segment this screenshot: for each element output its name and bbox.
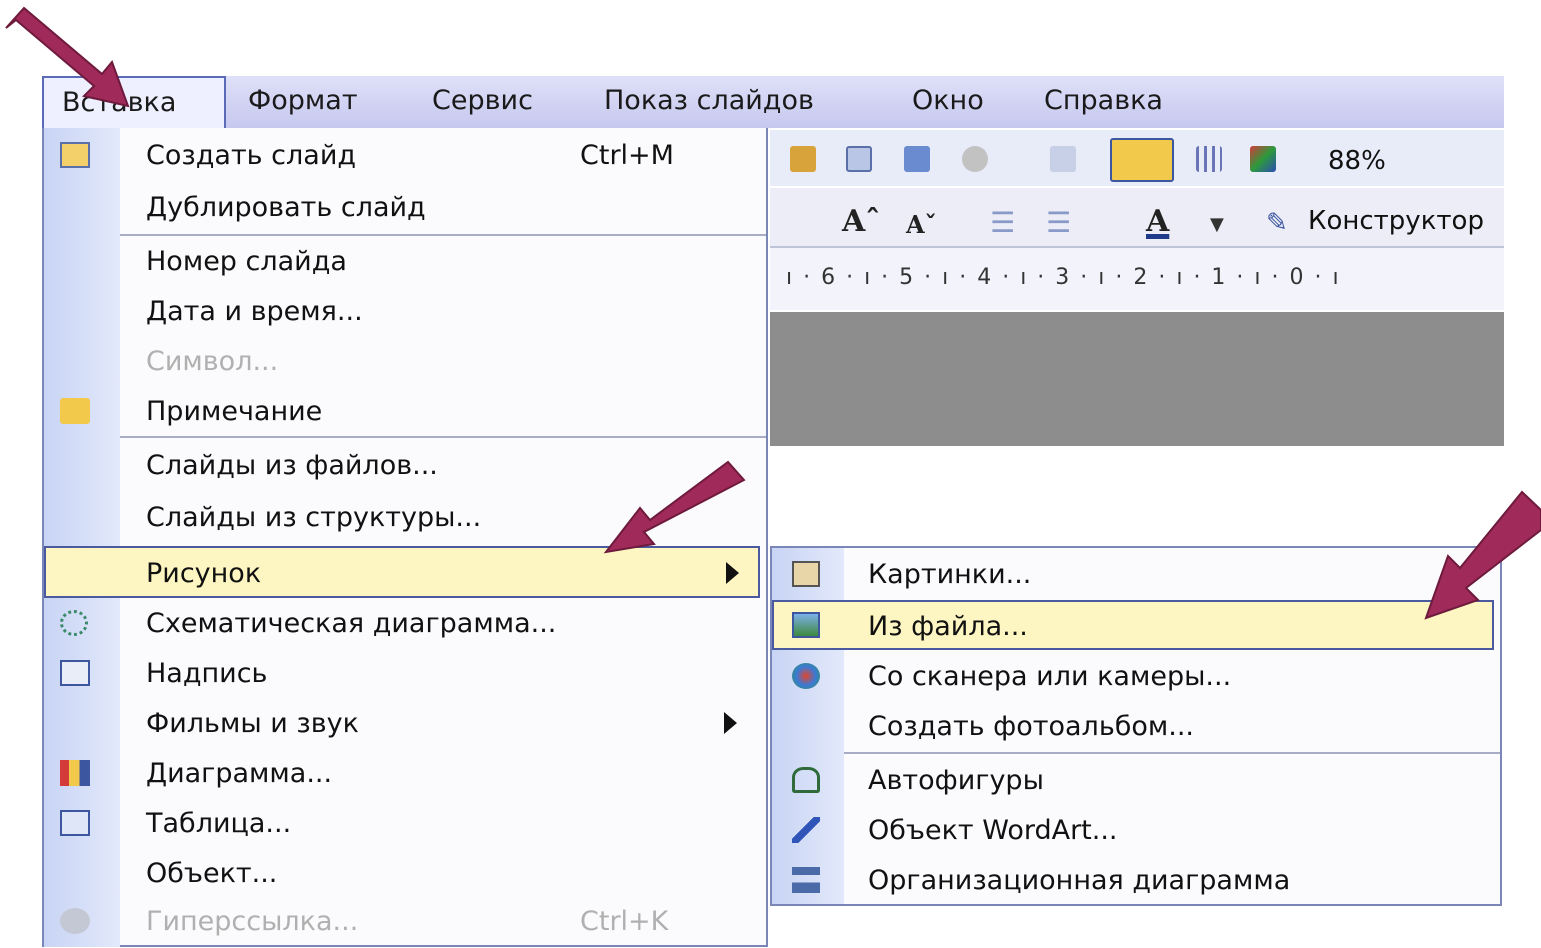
arrow-to-from-file-item-icon bbox=[1424, 490, 1541, 620]
arrow-to-insert-menu-icon bbox=[5, 6, 130, 108]
annotation-arrows bbox=[5, 6, 1541, 620]
arrow-to-picture-item-icon bbox=[603, 460, 746, 554]
